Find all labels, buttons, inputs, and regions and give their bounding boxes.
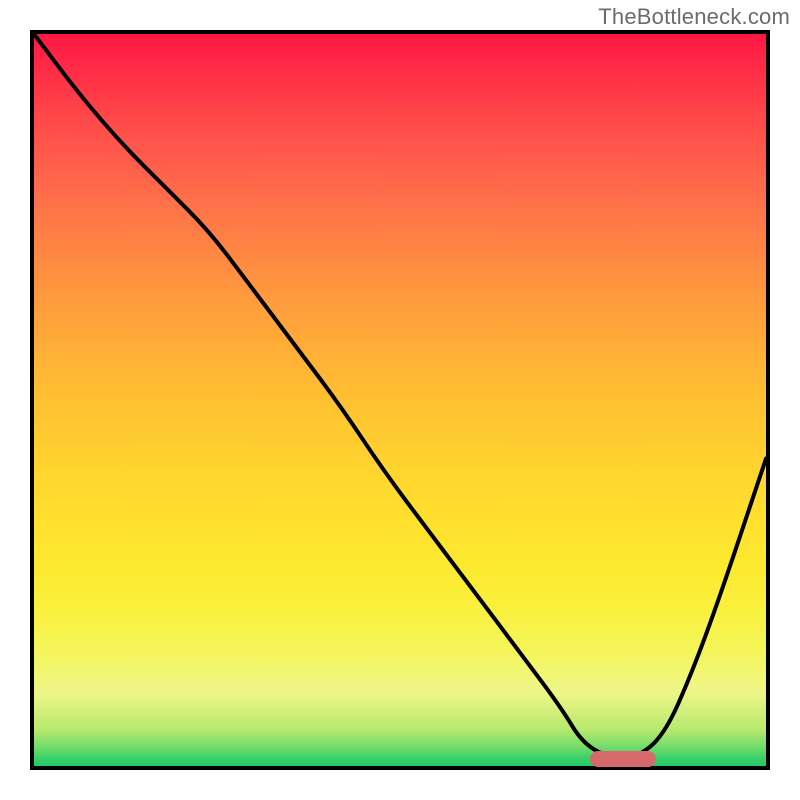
- sweet-spot-marker: [590, 751, 656, 767]
- plot-area: [30, 30, 770, 770]
- bottleneck-curve: [34, 34, 766, 766]
- chart-stage: TheBottleneck.com: [0, 0, 800, 800]
- watermark-label: TheBottleneck.com: [598, 4, 790, 30]
